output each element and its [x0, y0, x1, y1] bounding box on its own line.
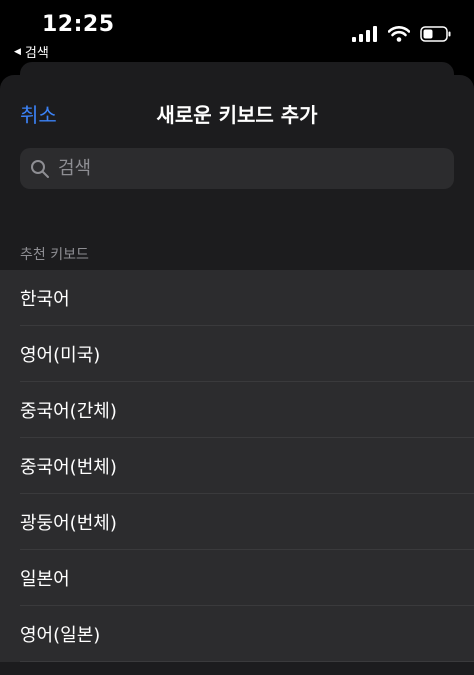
- status-time: 12:25: [42, 12, 115, 37]
- list-item[interactable]: 중국어(간체): [0, 382, 474, 438]
- add-keyboard-sheet: 취소 새로운 키보드 추가 추천 키보드 한국어 영어(미국) 중국어(간체) …: [0, 75, 474, 675]
- status-bar: 12:25 ◀ 검색: [0, 0, 474, 64]
- back-to-app-button[interactable]: ◀ 검색: [14, 42, 49, 61]
- list-item[interactable]: 광둥어(번체): [0, 494, 474, 550]
- cellular-signal-icon: [352, 26, 377, 42]
- list-item[interactable]: 한국어: [0, 270, 474, 326]
- back-to-app-label: 검색: [24, 46, 49, 61]
- search-input[interactable]: [56, 157, 440, 180]
- nav-bar: 취소 새로운 키보드 추가: [0, 75, 474, 147]
- back-triangle-icon: ◀: [14, 46, 21, 57]
- battery-icon: [420, 26, 451, 42]
- page-title: 새로운 키보드 추가: [156, 103, 318, 127]
- list-item[interactable]: 영어(미국): [0, 326, 474, 382]
- section-header: 추천 키보드: [20, 247, 89, 263]
- keyboard-list: 한국어 영어(미국) 중국어(간체) 중국어(번체) 광둥어(번체) 일본어 영…: [0, 270, 474, 662]
- search-bar[interactable]: [20, 148, 454, 189]
- search-icon: [31, 159, 49, 178]
- list-item[interactable]: 중국어(번체): [0, 438, 474, 494]
- wifi-icon: [388, 26, 410, 42]
- list-item[interactable]: 일본어: [0, 550, 474, 606]
- status-icons: [352, 26, 452, 42]
- list-item[interactable]: 영어(일본): [0, 606, 474, 662]
